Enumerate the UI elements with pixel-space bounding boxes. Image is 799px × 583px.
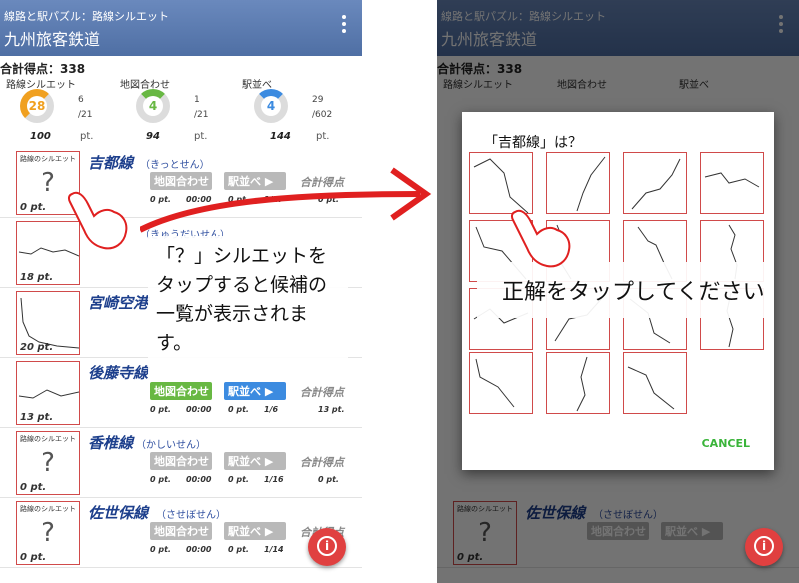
stat-frac-top: 6 bbox=[78, 95, 84, 105]
question-mark: ? bbox=[41, 518, 55, 548]
station-arrange-button[interactable]: 駅並べ ▶ bbox=[224, 452, 286, 470]
row-score: 0 pt. bbox=[228, 405, 249, 414]
station-arrange-button[interactable]: 駅並べ ▶ bbox=[224, 522, 286, 540]
thumb-label: 路線のシルエット bbox=[20, 155, 76, 163]
candidate-tile[interactable] bbox=[469, 352, 533, 414]
station-arrange-button[interactable]: 駅並べ ▶ bbox=[224, 382, 286, 400]
line-name: 香椎線 bbox=[88, 434, 134, 452]
info-fab[interactable]: i bbox=[745, 528, 783, 566]
row-score: 0 pt. bbox=[150, 405, 171, 414]
candidate-tile[interactable] bbox=[623, 152, 687, 214]
info-icon: i bbox=[317, 536, 337, 556]
silhouette-gauge: 28 bbox=[20, 89, 54, 123]
map-match-button[interactable]: 地図合わせ ▶ bbox=[150, 382, 221, 400]
total-score: 合計得点：338 bbox=[0, 62, 86, 76]
silhouette-thumb[interactable]: 13 pt. bbox=[16, 361, 80, 425]
line-name: 後藤寺線 bbox=[88, 364, 149, 382]
stat-unit: pt. bbox=[316, 131, 330, 142]
stat-points: 94 bbox=[146, 131, 160, 142]
row-total-label: 合計得点 bbox=[300, 456, 344, 469]
line-name: 吉都線 bbox=[88, 154, 134, 172]
right-screen: 線路と駅パズル：路線シルエット 九州旅客鉄道 合計得点：338 路線シルエット … bbox=[437, 0, 799, 583]
row-score: 0 pt. bbox=[150, 475, 171, 484]
row-score: 0 pt. bbox=[150, 545, 171, 554]
silhouette-thumb[interactable]: 路線のシルエット ? 0 pt. bbox=[16, 431, 80, 495]
question-mark: ? bbox=[41, 448, 55, 478]
stat-frac-bottom: /21 bbox=[78, 110, 93, 120]
arrange-gauge: 4 bbox=[254, 89, 288, 123]
list-item[interactable]: 路線のシルエット ? 0 pt. 香椎線 （かしいせん） 地図合わせ ▶ 駅並べ… bbox=[0, 428, 362, 498]
instruction-banner: 正解をタップしてください bbox=[477, 262, 767, 318]
candidate-tile[interactable] bbox=[546, 352, 610, 414]
row-time: 00:00 bbox=[186, 545, 212, 554]
thumb-points: 20 pt. bbox=[20, 342, 54, 353]
stat-points: 144 bbox=[270, 131, 291, 142]
stat-frac-top: 29 bbox=[312, 95, 324, 105]
stat-unit: pt. bbox=[194, 131, 208, 142]
stat-frac-top: 1 bbox=[194, 95, 200, 105]
map-match-button[interactable]: 地図合わせ ▶ bbox=[150, 452, 221, 470]
line-kana: （かしいせん） bbox=[136, 440, 206, 451]
tap-hand-icon bbox=[510, 209, 571, 268]
thumb-points: 18 pt. bbox=[20, 272, 54, 283]
row-score: 0 pt. bbox=[228, 475, 249, 484]
flow-arrow bbox=[140, 167, 432, 233]
left-screen: 線路と駅パズル：路線シルエット 九州旅客鉄道 合計得点：338 路線シルエット … bbox=[0, 0, 362, 583]
row-progress: 1/14 bbox=[264, 545, 284, 554]
row-progress: 1/16 bbox=[264, 475, 284, 484]
row-time: 00:00 bbox=[186, 405, 212, 414]
candidate-tile[interactable] bbox=[700, 152, 764, 214]
stat-points: 100 bbox=[30, 131, 51, 142]
stat-frac-bottom: /602 bbox=[312, 110, 333, 120]
list-item[interactable]: 路線のシルエット ? 0 pt. 佐世保線 （させぼせん） 地図合わせ ▶ 駅並… bbox=[0, 498, 362, 568]
thumb-label: 路線のシルエット bbox=[20, 435, 76, 443]
thumb-label: 路線のシルエット bbox=[20, 505, 76, 513]
candidate-tile[interactable] bbox=[623, 352, 687, 414]
cancel-button[interactable]: CANCEL bbox=[702, 437, 750, 450]
row-score: 0 pt. bbox=[228, 545, 249, 554]
thumb-points: 13 pt. bbox=[20, 412, 54, 423]
app-bar: 線路と駅パズル：路線シルエット 九州旅客鉄道 bbox=[0, 0, 362, 56]
line-name: 佐世保線 bbox=[88, 504, 149, 522]
row-total-label: 合計得点 bbox=[300, 386, 344, 399]
row-time: 00:00 bbox=[186, 475, 212, 484]
info-icon: i bbox=[754, 536, 774, 556]
silhouette-thumb[interactable]: 20 pt. bbox=[16, 291, 80, 355]
map-gauge: 4 bbox=[136, 89, 170, 123]
overflow-menu-icon[interactable] bbox=[342, 15, 346, 35]
thumb-points: 0 pt. bbox=[20, 202, 47, 213]
thumb-points: 0 pt. bbox=[20, 482, 47, 493]
line-name: 宮崎空港 bbox=[88, 294, 149, 312]
row-total: 0 pt. bbox=[318, 475, 339, 484]
thumb-points: 0 pt. bbox=[20, 552, 47, 563]
map-match-button[interactable]: 地図合わせ ▶ bbox=[150, 522, 221, 540]
app-subtitle: 線路と駅パズル：路線シルエット bbox=[4, 10, 169, 23]
app-title: 九州旅客鉄道 bbox=[4, 30, 101, 49]
tap-hand-icon bbox=[67, 191, 128, 250]
silhouette-thumb[interactable]: 路線のシルエット ? 0 pt. bbox=[16, 501, 80, 565]
stat-unit: pt. bbox=[80, 131, 94, 142]
stat-label-map: 地図合わせ bbox=[120, 80, 170, 91]
stat-frac-bottom: /21 bbox=[194, 110, 209, 120]
info-fab[interactable]: i bbox=[308, 528, 346, 566]
tutorial-callout: 「？」シルエットをタップすると候補の一覧が表示されます。 bbox=[148, 236, 348, 382]
dialog-title: 「吉都線」は？ bbox=[484, 135, 582, 151]
line-kana: （させぼせん） bbox=[156, 510, 226, 521]
row-progress: 1/6 bbox=[264, 405, 279, 414]
row-total: 13 pt. bbox=[318, 405, 345, 414]
